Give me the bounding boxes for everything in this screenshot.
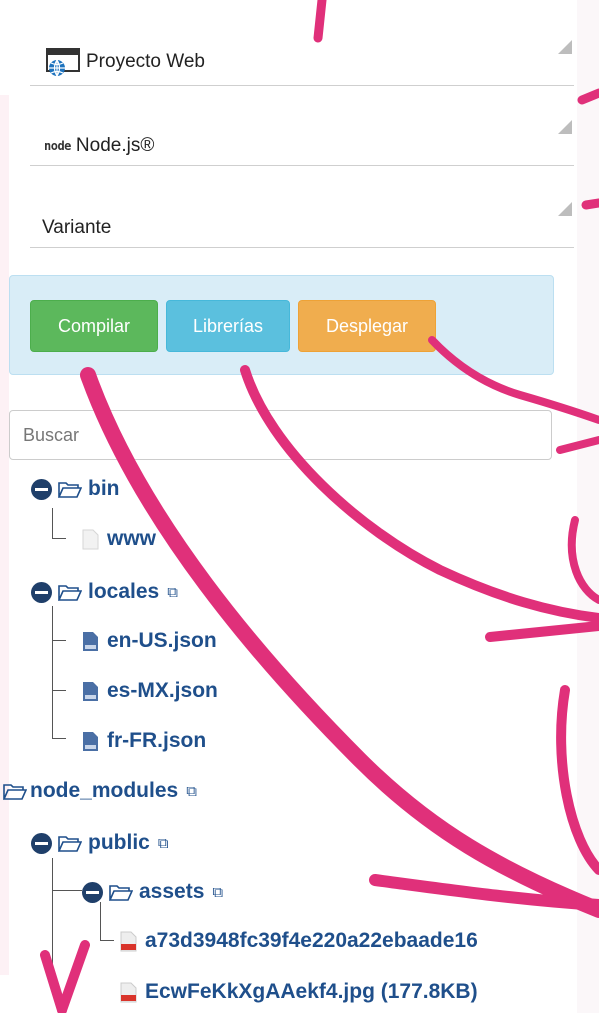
- folder-open-icon: [58, 584, 82, 601]
- copy-icon[interactable]: ⧉: [158, 835, 169, 852]
- tree-label-file2: EcwFeKkXgAAekf4.jpg (177.8KB): [145, 980, 478, 1003]
- runtime-label: Node.js®: [75, 135, 155, 156]
- jpg-file-icon: [120, 931, 137, 951]
- tree-connector: [52, 606, 53, 738]
- dropdown-caret-icon: [558, 202, 572, 216]
- libraries-button[interactable]: Librerías: [166, 300, 290, 352]
- dropdown-caret-icon: [558, 120, 572, 134]
- folder-open-icon: [109, 884, 133, 901]
- folder-open-icon: [58, 835, 82, 852]
- tree-folder-assets[interactable]: assets ⧉: [82, 880, 223, 904]
- tree-connector: [52, 858, 53, 988]
- blank-file-icon: [82, 529, 99, 549]
- tree-label-locales: locales: [88, 580, 160, 603]
- actions-bar: Compilar Librerías Desplegar: [9, 275, 554, 375]
- dropdown-caret-icon: [558, 40, 572, 54]
- deploy-button[interactable]: Desplegar: [298, 300, 436, 352]
- tree-label-file1: a73d3948fc39f4e220a22ebaade16: [145, 929, 478, 952]
- tree-connector: [100, 902, 101, 940]
- tree-label-public: public: [88, 831, 150, 854]
- tree-label-es: es-MX.json: [107, 679, 218, 702]
- tree-file-image-2[interactable]: EcwFeKkXgAAekf4.jpg (177.8KB): [120, 980, 478, 1004]
- folder-open-icon: [58, 481, 82, 498]
- jpg-file-icon: [120, 982, 137, 1002]
- tree-file-fr[interactable]: fr-FR.json: [82, 729, 206, 753]
- tree-connector: [52, 890, 82, 891]
- collapse-icon[interactable]: [31, 832, 52, 854]
- json-file-icon: [83, 631, 98, 651]
- compile-button[interactable]: Compilar: [30, 300, 158, 352]
- right-edge-strip: [577, 0, 599, 1013]
- copy-icon[interactable]: ⧉: [212, 884, 223, 901]
- folder-open-icon: [3, 783, 27, 800]
- globe-window-icon: [46, 48, 80, 77]
- tree-label-fr: fr-FR.json: [107, 729, 207, 752]
- copy-icon[interactable]: ⧉: [167, 584, 178, 601]
- tree-connector: [52, 640, 66, 641]
- left-edge-strip: [0, 95, 9, 975]
- tree-label-assets: assets: [139, 880, 205, 903]
- search-box: [9, 410, 552, 460]
- nodejs-logo-icon: node: [44, 139, 71, 153]
- tree-file-image-1[interactable]: a73d3948fc39f4e220a22ebaade16: [120, 929, 554, 953]
- variant-select[interactable]: Variante: [30, 200, 574, 248]
- tree-folder-node-modules[interactable]: node_modules ⧉: [3, 779, 197, 803]
- tree-connector: [52, 538, 66, 539]
- tree-folder-bin[interactable]: bin: [31, 477, 120, 501]
- collapse-icon[interactable]: [82, 881, 103, 903]
- project-type-label: Proyecto Web: [86, 51, 205, 72]
- tree-label-bin: bin: [88, 477, 120, 500]
- tree-folder-locales[interactable]: locales ⧉: [31, 580, 178, 604]
- json-file-icon: [83, 681, 98, 701]
- tree-label-node-modules: node_modules: [30, 779, 179, 802]
- runtime-select[interactable]: node Node.js®: [30, 118, 574, 166]
- tree-file-es[interactable]: es-MX.json: [82, 679, 218, 703]
- tree-connector: [52, 508, 53, 538]
- copy-icon[interactable]: ⧉: [186, 783, 197, 800]
- collapse-icon[interactable]: [31, 581, 52, 603]
- tree-connector: [100, 940, 114, 941]
- tree-connector: [52, 690, 66, 691]
- tree-connector: [52, 738, 66, 739]
- json-file-icon: [83, 731, 98, 751]
- collapse-icon[interactable]: [31, 478, 52, 500]
- tree-file-en[interactable]: en-US.json: [82, 629, 217, 653]
- search-input[interactable]: [10, 411, 551, 459]
- tree-label-en: en-US.json: [107, 629, 217, 652]
- tree-label-www: www: [107, 527, 157, 550]
- project-type-select[interactable]: Proyecto Web: [30, 38, 574, 86]
- tree-folder-public[interactable]: public ⧉: [31, 831, 169, 855]
- tree-file-www[interactable]: www: [82, 527, 156, 551]
- variant-label: Variante: [42, 217, 112, 238]
